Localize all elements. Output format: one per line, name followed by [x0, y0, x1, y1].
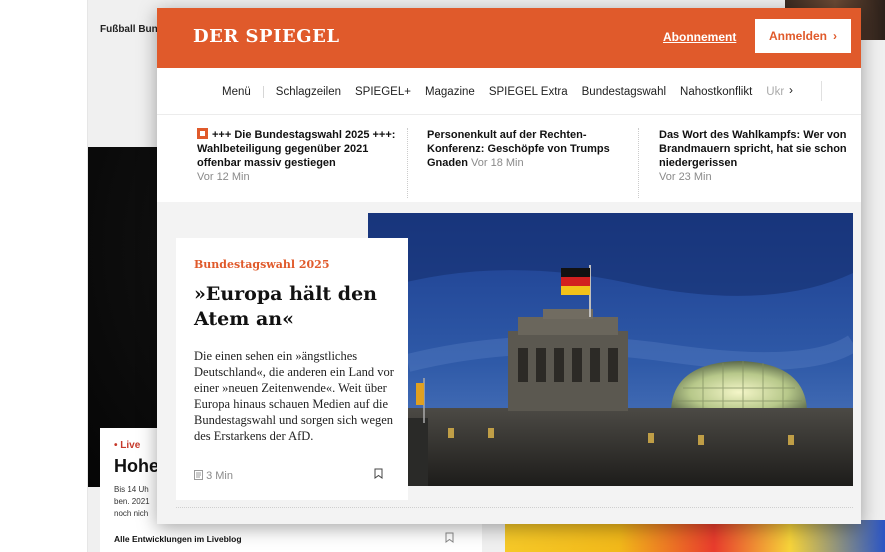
- reichstag-image: [368, 213, 853, 486]
- breaking-news-icon: [197, 128, 208, 139]
- article-headline[interactable]: »Europa hält den Atem an«: [194, 282, 399, 332]
- login-button-label: Anmelden: [768, 29, 827, 43]
- ticker-title: Wahlbeteiligung gegenüber 2021 offenbar …: [197, 143, 369, 169]
- article-card[interactable]: Bundestagswahl 2025 »Europa hält den Ate…: [176, 238, 408, 500]
- background-headline[interactable]: Hohe: [114, 456, 159, 477]
- ticker-divider: [407, 128, 408, 198]
- login-button[interactable]: Anmelden ›: [755, 19, 851, 53]
- ticker-time: Vor 18 Min: [471, 157, 524, 169]
- ticker-prefix: +++ Die Bundestagswahl 2025 +++:: [212, 129, 396, 141]
- nav-scroll-right-icon[interactable]: ›: [789, 83, 793, 97]
- read-time-label: 3 Min: [206, 470, 233, 482]
- bookmark-icon[interactable]: [374, 468, 383, 482]
- article-hero-image[interactable]: [368, 213, 853, 486]
- main-navigation: Menü Schlagzeilen SPIEGEL+ Magazine SPIE…: [157, 68, 861, 115]
- ticker-time: Vor 23 Min: [659, 171, 712, 183]
- article-kicker[interactable]: Bundestagswahl 2025: [194, 258, 330, 271]
- nav-item-bundestagswahl[interactable]: Bundestagswahl: [575, 86, 673, 98]
- read-time: 3 Min: [194, 470, 233, 482]
- liveblog-link[interactable]: Alle Entwicklungen im Liveblog: [114, 534, 242, 544]
- article-icon: [194, 470, 206, 482]
- headline-ticker: +++ Die Bundestagswahl 2025 +++: Wahlbet…: [157, 116, 861, 202]
- article-teaser[interactable]: Die einen sehen ein »ängstliches Deutsch…: [194, 348, 394, 444]
- bookmark-icon[interactable]: [445, 532, 454, 546]
- subscription-link[interactable]: Abonnement: [663, 30, 736, 44]
- ticker-divider: [638, 128, 639, 198]
- nav-item-nahostkonflikt[interactable]: Nahostkonflikt: [673, 86, 759, 98]
- ticker-item[interactable]: Personenkult auf der Rechten-Konferenz: …: [427, 128, 623, 170]
- spiegel-popup-window: DER SPIEGEL Abonnement Anmelden › Menü S…: [157, 8, 861, 524]
- content-divider: [176, 507, 853, 508]
- chevron-right-icon: ›: [833, 29, 837, 43]
- ticker-prefix: Das Wort des Wahlkampfs:: [659, 129, 801, 141]
- ticker-item[interactable]: +++ Die Bundestagswahl 2025 +++: Wahlbet…: [197, 128, 397, 184]
- spiegel-header-bar: DER SPIEGEL Abonnement Anmelden ›: [157, 8, 861, 68]
- ticker-item[interactable]: Das Wort des Wahlkampfs: Wer von Brandma…: [659, 128, 855, 184]
- nav-item-schlagzeilen[interactable]: Schlagzeilen: [269, 86, 348, 98]
- ticker-time: Vor 12 Min: [197, 171, 250, 183]
- nav-divider: [821, 81, 822, 101]
- background-colorful-image: [505, 520, 885, 552]
- live-badge: • Live: [114, 440, 141, 451]
- featured-article-area: Bundestagswahl 2025 »Europa hält den Ate…: [157, 202, 861, 524]
- nav-item-spiegel-plus[interactable]: SPIEGEL+: [348, 86, 418, 98]
- nav-item-spiegel-extra[interactable]: SPIEGEL Extra: [482, 86, 575, 98]
- nav-item-magazine[interactable]: Magazine: [418, 86, 482, 98]
- background-left-column: [0, 0, 88, 552]
- spiegel-logo[interactable]: DER SPIEGEL: [193, 26, 339, 47]
- nav-items: Menü Schlagzeilen SPIEGEL+ Magazine SPIE…: [215, 68, 788, 115]
- background-section-label[interactable]: Fußball Bun: [100, 24, 158, 35]
- nav-item-ukraine[interactable]: Ukr: [759, 86, 788, 98]
- nav-item-menu[interactable]: Menü: [215, 85, 264, 98]
